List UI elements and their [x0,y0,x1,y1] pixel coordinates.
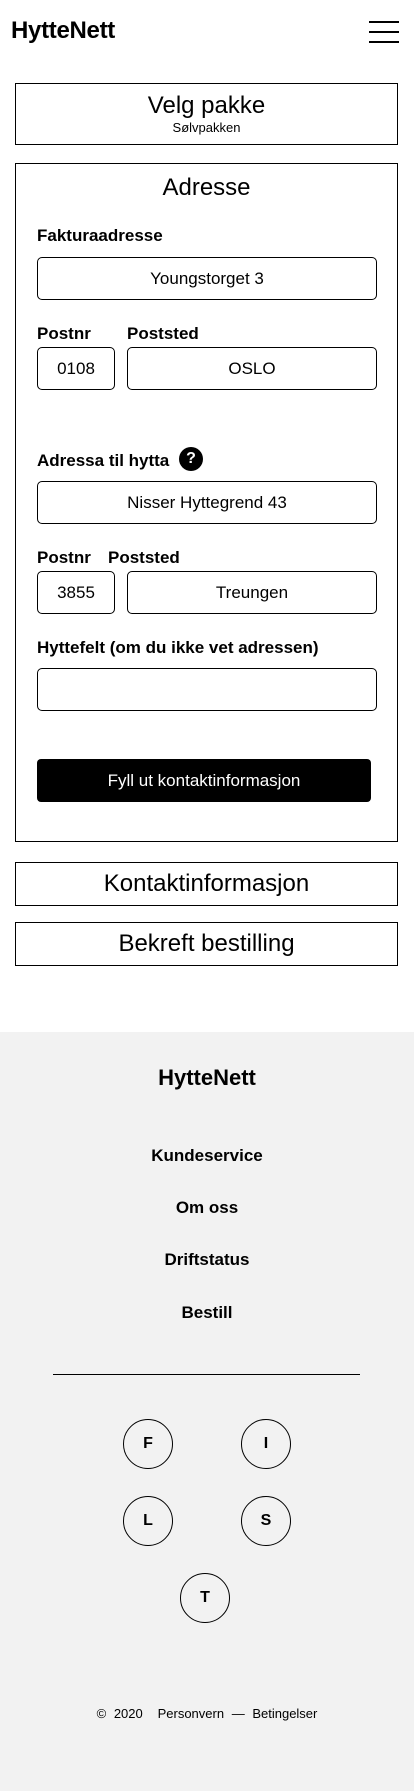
terms-link[interactable]: Betingelser [252,1706,317,1721]
cabin-address-label: Adressa til hytta [37,451,170,470]
footer-link-om-oss[interactable]: Om oss [0,1198,414,1218]
copyright-year: 2020 [113,1706,143,1721]
step-title: Kontaktinformasjon [103,870,310,897]
snapchat-icon[interactable]: S [241,1496,291,1546]
selected-package: Sølvpakken [172,120,241,135]
step-title: Velg pakke [147,92,266,119]
footer-link-kundeservice[interactable]: Kundeservice [0,1146,414,1166]
top-bar: HytteNett [0,0,414,64]
hamburger-menu-icon[interactable] [369,21,399,43]
fill-contact-info-button[interactable]: Fyll ut kontaktinformasjon [37,759,371,802]
copyright-line: © 2020 Personvern — Betingelser [0,1706,414,1721]
billing-poststed-input[interactable]: OSLO [127,347,377,390]
footer: HytteNett Kundeservice Om oss Driftstatu… [0,1032,414,1791]
billing-postnr-input[interactable]: 0108 [37,347,115,390]
step-confirm-order[interactable]: Bekreft bestilling [15,922,398,966]
facebook-icon[interactable]: F [123,1419,173,1469]
cabin-postnr-input[interactable]: 3855 [37,571,115,614]
linkedin-icon[interactable]: L [123,1496,173,1546]
step-address: Adresse Fakturaadresse Youngstorget 3 Po… [15,163,398,842]
footer-link-driftstatus[interactable]: Driftstatus [0,1250,414,1270]
menu-line [369,21,399,23]
cabin-postnr-label: Postnr [37,548,91,567]
step-title: Bekreft bestilling [118,930,295,957]
billing-postnr-label: Postnr [37,324,91,343]
footer-divider [53,1374,360,1375]
footer-link-bestill[interactable]: Bestill [0,1303,414,1323]
menu-line [369,31,399,33]
cabin-poststed-input[interactable]: Treungen [127,571,377,614]
billing-address-label: Fakturaadresse [37,226,163,245]
help-icon[interactable]: ? [179,447,203,471]
step-title: Adresse [162,174,251,201]
billing-address-input[interactable]: Youngstorget 3 [37,257,377,300]
step-contact-info[interactable]: Kontaktinformasjon [15,862,398,906]
instagram-icon[interactable]: I [241,1419,291,1469]
cabin-address-input[interactable]: Nisser Hyttegrend 43 [37,481,377,524]
privacy-link[interactable]: Personvern [158,1706,224,1721]
billing-poststed-label: Poststed [127,324,199,343]
step-choose-package[interactable]: Velg pakke Sølvpakken [15,83,398,145]
footer-logo[interactable]: HytteNett [0,1065,414,1091]
cabin-field-input[interactable] [37,668,377,711]
copyright-symbol: © [96,1706,107,1721]
menu-line [369,41,399,43]
site-logo[interactable]: HytteNett [11,17,115,45]
cabin-poststed-label: Poststed [108,548,180,567]
cabin-field-label: Hyttefelt (om du ikke vet adressen) [37,638,319,657]
link-separator: — [231,1706,245,1721]
twitter-icon[interactable]: T [180,1573,230,1623]
